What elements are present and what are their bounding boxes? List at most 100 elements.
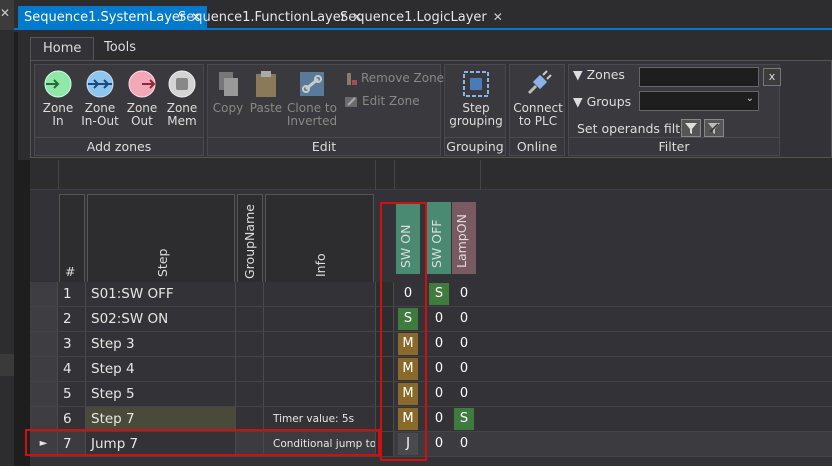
connect-to-plc-button[interactable]: Connect to PLC: [512, 67, 564, 137]
chevron-down-icon: ⌄: [745, 93, 754, 104]
operand-cell[interactable]: 0: [454, 383, 474, 405]
remove-zone-icon: [347, 72, 357, 85]
table-row[interactable]: 2 S02:SW ON S 0 0: [30, 307, 832, 332]
row-group-name[interactable]: [236, 357, 264, 381]
clear-zones-filter-button[interactable]: x: [763, 68, 781, 86]
row-group-name[interactable]: [236, 282, 264, 306]
operand-filter-button[interactable]: [681, 119, 701, 137]
clear-operand-filter-button[interactable]: [704, 119, 724, 137]
column-header-groupname[interactable]: GroupName: [237, 194, 263, 284]
operand-column-highlight: [380, 202, 427, 461]
operand-cell[interactable]: 0: [454, 433, 474, 455]
row-group-name[interactable]: [236, 407, 264, 431]
row-info[interactable]: [264, 357, 376, 381]
row-number: 5: [58, 382, 86, 406]
ribbon-tab-home[interactable]: Home: [30, 37, 95, 61]
groups-filter-label: ▼ Groups: [573, 94, 631, 109]
app-window: ✕ Sequence1.SystemLayer ✕ Sequence1.Funct…: [0, 0, 832, 466]
row-selector[interactable]: [30, 357, 58, 381]
grid-column-band: [30, 160, 832, 190]
zones-filter-label: ▼ Zones: [573, 67, 625, 82]
current-row-highlight: [25, 429, 380, 456]
group-label: Add zones: [35, 137, 203, 155]
group-edit: Copy Paste Clone to Inverted Remove Zone…: [207, 64, 444, 156]
operand-cell[interactable]: 0: [454, 358, 474, 380]
row-number: 1: [58, 282, 86, 306]
operand-cell[interactable]: 0: [429, 308, 449, 330]
sequence-grid: # Step GroupName Info SW ON SW OFF LampON …: [25, 160, 832, 466]
zones-filter-input[interactable]: [639, 67, 759, 87]
table-row[interactable]: 4 Step 4M00: [30, 357, 832, 382]
operand-header[interactable]: LampON: [452, 202, 476, 274]
row-group-name[interactable]: [236, 307, 264, 331]
row-number: 3: [58, 332, 86, 356]
close-panel-icon[interactable]: ✕: [0, 6, 10, 20]
row-selector[interactable]: [30, 382, 58, 406]
button-label-line1: Zone: [166, 101, 198, 115]
column-header-number[interactable]: #: [59, 194, 85, 284]
row-info[interactable]: [264, 307, 376, 331]
row-step-name[interactable]: S02:SW ON: [86, 307, 236, 331]
operand-cell[interactable]: S: [454, 408, 474, 430]
clone-to-inverted-button[interactable]: Clone to Inverted: [286, 67, 338, 137]
remove-zone-button[interactable]: Remove Zone: [346, 71, 444, 86]
ribbon-tab-tools[interactable]: Tools: [92, 37, 148, 61]
operand-cell[interactable]: 0: [454, 283, 474, 305]
operand-cell[interactable]: S: [429, 283, 449, 305]
close-icon[interactable]: ✕: [493, 10, 503, 24]
panel-scroll-marker: [0, 354, 14, 376]
edit-zone-button[interactable]: Edit Zone: [344, 94, 420, 109]
button-label-line1: Step: [462, 101, 490, 115]
row-step-name[interactable]: S01:SW OFF: [86, 282, 236, 306]
row-info[interactable]: Timer value: 5s: [264, 407, 376, 431]
table-row[interactable]: 5 Step 5M00: [30, 382, 832, 407]
table-row[interactable]: 1 S01:SW OFF 0 S 0: [30, 282, 832, 307]
row-selector[interactable]: [30, 307, 58, 331]
operand-cell[interactable]: 0: [429, 383, 449, 405]
operand-cell[interactable]: 0: [454, 308, 474, 330]
row-step-name[interactable]: Step 5: [86, 382, 236, 406]
row-group-name[interactable]: [236, 332, 264, 356]
row-group-name[interactable]: [236, 382, 264, 406]
row-selector[interactable]: [30, 332, 58, 356]
tab-label: Sequence1.LogicLayer: [340, 10, 487, 25]
step-grouping-button[interactable]: Step grouping: [447, 67, 505, 137]
button-label-line2: to PLC: [518, 114, 558, 128]
row-step-name[interactable]: Step 3: [86, 332, 236, 356]
group-online: Connect to PLC Online: [509, 64, 565, 156]
tab-logic-layer[interactable]: Sequence1.LogicLayer ✕: [334, 6, 509, 28]
zone-in-icon: [44, 70, 72, 98]
table-row[interactable]: 3 Step 3M00: [30, 332, 832, 357]
paste-button[interactable]: Paste: [246, 67, 286, 137]
operand-header[interactable]: SW OFF: [427, 202, 451, 274]
column-header-info[interactable]: Info: [265, 194, 374, 284]
row-selector[interactable]: [30, 282, 58, 306]
column-header-step[interactable]: Step: [87, 194, 235, 284]
zone-in-button[interactable]: Zone In: [37, 67, 79, 137]
operand-cell[interactable]: 0: [429, 408, 449, 430]
groups-filter-select[interactable]: ⌄: [639, 91, 759, 111]
zone-out-icon: [128, 70, 156, 98]
row-info[interactable]: [264, 332, 376, 356]
paste-icon: [256, 71, 276, 97]
button-label-line1: Zone: [84, 101, 116, 115]
copy-button[interactable]: Copy: [208, 67, 248, 137]
row-info[interactable]: [264, 282, 376, 306]
zone-in-out-button[interactable]: Zone In-Out: [79, 67, 121, 137]
row-selector[interactable]: [30, 407, 58, 431]
operand-cell[interactable]: 0: [429, 433, 449, 455]
zone-mem-icon: [168, 70, 196, 98]
edit-zone-label: Edit Zone: [362, 94, 420, 108]
operand-cell[interactable]: 0: [454, 333, 474, 355]
group-filter: ▼ Zones x ▼ Groups ⌄ Set operands filter: [568, 64, 781, 156]
header-info-label: Info: [313, 253, 328, 277]
row-step-name[interactable]: Step 4: [86, 357, 236, 381]
row-step-name[interactable]: Step 7: [86, 407, 236, 431]
row-info[interactable]: [264, 382, 376, 406]
button-label-line2: In: [52, 114, 64, 128]
operand-cell[interactable]: 0: [429, 358, 449, 380]
operand-cell[interactable]: 0: [429, 333, 449, 355]
zone-out-button[interactable]: Zone Out: [121, 67, 163, 137]
group-grouping: Step grouping Grouping: [444, 64, 506, 156]
zone-mem-button[interactable]: Zone Mem: [161, 67, 203, 137]
